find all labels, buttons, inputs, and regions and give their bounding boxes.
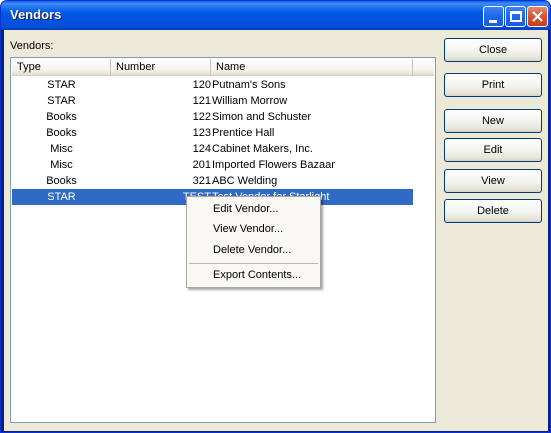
cell-number: 321 [192, 175, 211, 187]
table-row[interactable]: STAR 121 William Morrow [12, 93, 413, 109]
cell-name: Simon and Schuster [212, 111, 312, 123]
cell-type: Misc [50, 159, 73, 171]
cell-type: STAR [47, 79, 76, 91]
cell-name: ABC Welding [212, 175, 278, 187]
cell-type: Misc [50, 143, 73, 155]
table-row[interactable]: Books 321 ABC Welding [12, 173, 413, 189]
cell-type: STAR [47, 95, 76, 107]
table-row[interactable]: Misc 124 Cabinet Makers, Inc. [12, 141, 413, 157]
cell-number: 120 [192, 79, 211, 91]
cell-type: STAR [47, 191, 76, 203]
cell-name: William Morrow [212, 95, 288, 107]
minimize-icon [489, 20, 497, 23]
vendors-window: Vendors Vendors: Type Number Name STAR 1… [0, 0, 551, 433]
menu-item-edit-vendor[interactable]: Edit Vendor... [189, 199, 318, 219]
column-header-name[interactable]: Name [211, 59, 413, 76]
vendors-label: Vendors: [10, 40, 54, 52]
print-button[interactable]: Print [444, 73, 542, 97]
minimize-button[interactable] [483, 6, 504, 27]
cell-number: 124 [192, 143, 211, 155]
cell-name: Putnam's Sons [212, 79, 286, 91]
view-button[interactable]: View [444, 169, 542, 193]
close-icon [532, 11, 543, 22]
cell-name: Cabinet Makers, Inc. [212, 143, 313, 155]
menu-item-export-contents[interactable]: Export Contents... [189, 265, 318, 285]
cell-number: 121 [192, 95, 211, 107]
list-header: Type Number Name [12, 59, 434, 76]
close-button[interactable]: Close [444, 38, 542, 62]
cell-type: Books [46, 111, 77, 123]
menu-separator [189, 263, 318, 264]
cell-number: 123 [192, 127, 211, 139]
table-row[interactable]: Books 123 Prentice Hall [12, 125, 413, 141]
title-bar[interactable]: Vendors [1, 1, 550, 30]
maximize-button[interactable] [505, 6, 526, 27]
cell-name: Prentice Hall [212, 127, 275, 139]
column-header-filler [413, 59, 434, 76]
close-window-button[interactable] [527, 6, 548, 27]
context-menu: Edit Vendor... View Vendor... Delete Ven… [186, 196, 321, 288]
cell-type: Books [46, 127, 77, 139]
menu-item-view-vendor[interactable]: View Vendor... [189, 219, 318, 239]
edit-button[interactable]: Edit [444, 138, 542, 162]
cell-number: 122 [192, 111, 211, 123]
table-row[interactable]: Books 122 Simon and Schuster [12, 109, 413, 125]
menu-item-delete-vendor[interactable]: Delete Vendor... [189, 240, 318, 260]
cell-name: Imported Flowers Bazaar [212, 159, 335, 171]
cell-number: 201 [192, 159, 211, 171]
new-button[interactable]: New [444, 109, 542, 133]
maximize-icon [510, 11, 522, 22]
delete-button[interactable]: Delete [444, 199, 542, 223]
table-row[interactable]: STAR 120 Putnam's Sons [12, 77, 413, 93]
column-header-type[interactable]: Type [12, 59, 111, 76]
table-row[interactable]: Misc 201 Imported Flowers Bazaar [12, 157, 413, 173]
cell-type: Books [46, 175, 77, 187]
window-title: Vendors [10, 7, 62, 22]
column-header-number[interactable]: Number [111, 59, 211, 76]
